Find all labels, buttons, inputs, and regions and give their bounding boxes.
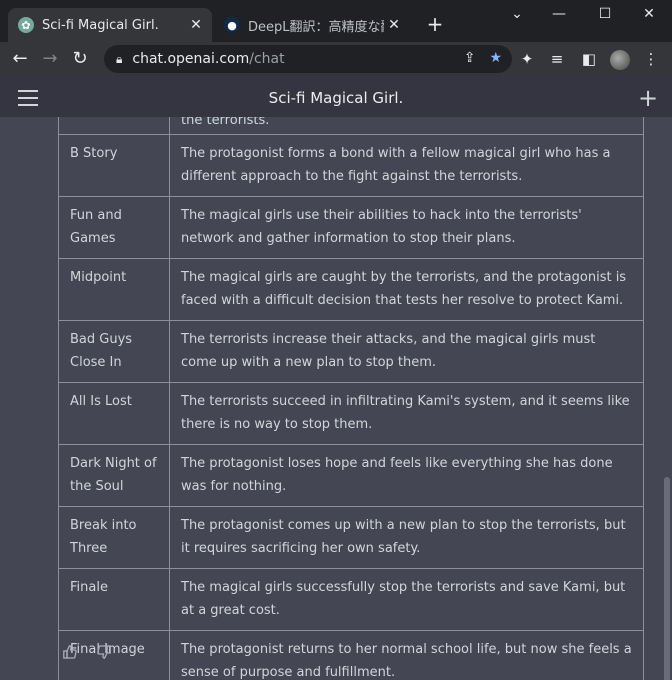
url-path: /chat [249,51,285,67]
beat-description-cell: The protagonist loses hope and feels lik… [170,445,643,507]
table-row: the terrorists. [59,117,643,135]
beat-label-cell: Finale [59,569,170,631]
feedback-buttons [62,644,112,664]
table-row: Midpoint The magical girls are caught by… [59,259,643,321]
beat-label-cell: Bad Guys Close In [59,321,170,383]
extensions-icon[interactable]: ✦ [516,48,538,70]
bookmark-star-icon[interactable]: ★ [489,50,502,66]
thumbs-down-icon[interactable] [96,644,112,664]
table-row: Bad Guys Close In The terrorists increas… [59,321,643,383]
forward-icon[interactable]: → [39,48,61,70]
beat-label-cell: B Story [59,135,170,197]
side-panel-icon[interactable]: ◧ [578,48,600,70]
share-icon[interactable]: ⇪ [464,50,476,66]
close-window-icon[interactable]: ✕ [634,6,664,22]
beat-description-cell: The magical girls are caught by the terr… [170,259,643,321]
menu-dots-icon[interactable]: ⋮ [640,48,662,70]
beat-sheet-table: the terrorists. B Story The protagonist … [58,117,644,680]
chat-message-area: the terrorists. B Story The protagonist … [0,117,672,680]
url-host: chat.openai.com [132,51,250,67]
beat-label-cell: Midpoint [59,259,170,321]
tab-deepl[interactable]: ● DeepL翻訳：高精度な翻訳ツ ✕ [214,8,410,42]
tab-search-chevron-icon[interactable]: ⌄ [502,6,532,22]
table-row: Dark Night of the Soul The protagonist l… [59,445,643,507]
app-header: Sci-fi Magical Girl. + [0,80,672,118]
table-row: Break into Three The protagonist comes u… [59,507,643,569]
maximize-icon[interactable]: ☐ [590,6,620,22]
beat-description-cell: the terrorists. [170,117,643,135]
back-icon[interactable]: ← [9,48,31,70]
beat-label-cell: Dark Night of the Soul [59,445,170,507]
beat-label-cell: All Is Lost [59,383,170,445]
beat-description-cell: The terrorists increase their attacks, a… [170,321,643,383]
profile-avatar[interactable] [610,50,630,70]
new-tab-button[interactable]: + [422,12,448,36]
table-row: Fun and Games The magical girls use thei… [59,197,643,259]
table-row: Finale The magical girls successfully st… [59,569,643,631]
beat-label-cell [59,117,170,135]
scrollbar-thumb[interactable] [664,477,670,680]
table-row: All Is Lost The terrorists succeed in in… [59,383,643,445]
conversation-title: Sci-fi Magical Girl. [268,89,404,107]
deepl-favicon-icon: ● [224,17,240,33]
beat-label-cell: Break into Three [59,507,170,569]
openai-favicon-icon: ✿ [18,17,34,33]
beat-label-cell: Fun and Games [59,197,170,259]
tab-title: Sci-fi Magical Girl. [42,17,159,33]
beat-description-cell: The protagonist comes up with a new plan… [170,507,643,569]
beat-description-cell: The magical girls use their abilities to… [170,197,643,259]
tab-title: DeepL翻訳：高精度な翻訳ツ [248,19,384,35]
new-chat-plus-icon[interactable]: + [637,84,659,112]
close-tab-icon[interactable]: ✕ [186,17,206,33]
beat-description-cell: The protagonist returns to her normal sc… [181,642,632,680]
browser-tab-bar: ✿ Sci-fi Magical Girl. ✕ ● DeepL翻訳：高精度な翻… [0,0,672,42]
lock-icon[interactable]: 🔒︎ [116,52,122,67]
reload-icon[interactable]: ↻ [69,48,91,70]
beat-description-cell: The terrorists succeed in infiltrating K… [170,383,643,445]
table-row: Final Image The protagonist returns to h… [59,631,643,680]
thumbs-up-icon[interactable] [62,644,78,664]
close-tab-icon[interactable]: ✕ [384,17,404,33]
beat-description-cell: The protagonist forms a bond with a fell… [170,135,643,197]
table-row: B Story The protagonist forms a bond wit… [59,135,643,197]
media-control-icon[interactable]: ≡ [546,48,568,70]
tab-sci-fi-magical-girl[interactable]: ✿ Sci-fi Magical Girl. ✕ [8,8,212,42]
address-bar[interactable]: 🔒︎ chat.openai.com/chat ⇪ ★ [104,45,512,73]
minimize-icon[interactable]: — [544,6,574,22]
browser-toolbar: ← → ↻ 🔒︎ chat.openai.com/chat ⇪ ★ ✦ ≡ ◧ … [0,42,672,76]
beat-description-cell: The magical girls successfully stop the … [170,569,643,631]
